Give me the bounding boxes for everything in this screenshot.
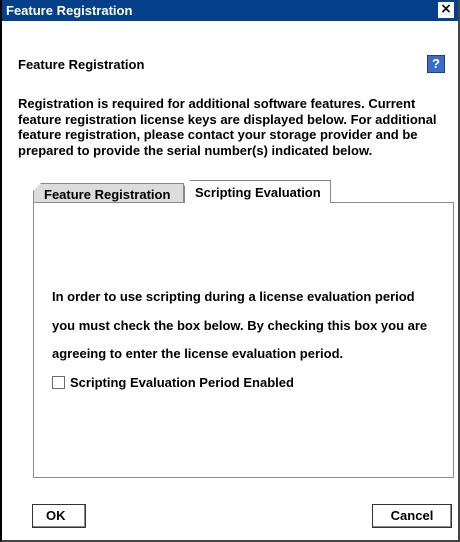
eval-text-line: you must check the box below. By checkin… [52, 318, 428, 333]
cancel-button[interactable]: Cancel [372, 504, 452, 528]
tab-feature-registration[interactable]: Feature Registration [33, 183, 184, 204]
ok-button[interactable]: OK [32, 504, 86, 528]
tab-panel-scripting-evaluation [33, 202, 454, 478]
tab-scripting-evaluation[interactable]: Scripting Evaluation [184, 180, 331, 203]
close-icon[interactable]: × [438, 2, 454, 18]
title-bar[interactable]: Feature Registration × [2, 0, 458, 21]
registration-description: Registration is required for additional … [18, 96, 437, 158]
tab-strip: Feature Registration Scripting Evaluatio… [33, 180, 453, 204]
window-title: Feature Registration [6, 3, 133, 18]
help-icon[interactable]: ? [427, 55, 445, 73]
eval-text-line: agreeing to enter the license evaluation… [52, 346, 344, 361]
scripting-evaluation-checkbox[interactable] [52, 376, 65, 389]
feature-registration-dialog: Feature Registration × Feature Registrat… [0, 0, 460, 542]
eval-text-line: In order to use scripting during a licen… [52, 289, 415, 304]
scripting-evaluation-checkbox-label[interactable]: Scripting Evaluation Period Enabled [70, 375, 294, 390]
page-title: Feature Registration [18, 57, 145, 72]
